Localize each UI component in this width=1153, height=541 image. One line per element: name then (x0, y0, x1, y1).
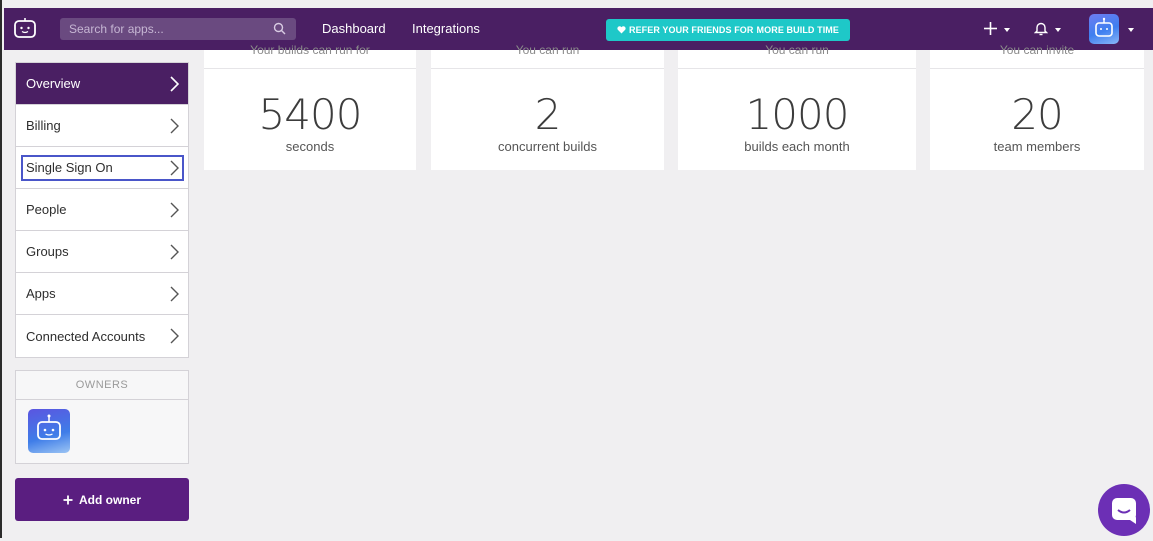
card-label: concurrent builds (498, 139, 597, 154)
focus-outline (21, 155, 184, 181)
add-owner-button[interactable]: Add owner (15, 478, 189, 521)
card-divider (930, 68, 1144, 69)
plus-icon (63, 495, 73, 504)
robot-avatar-icon (1095, 17, 1113, 37)
owners-panel: OWNERS (15, 370, 189, 464)
chevron-right-icon (170, 160, 179, 176)
card-label: team members (993, 139, 1081, 154)
app-frame: Dashboard Integrations REFER YOUR FRIEND… (0, 0, 1153, 538)
add-owner-label: Add owner (79, 492, 141, 507)
card-divider (431, 68, 664, 69)
search-icon[interactable] (273, 22, 286, 35)
card-value: 5400 (258, 90, 363, 139)
owners-heading: OWNERS (16, 371, 188, 400)
chat-icon (1112, 498, 1136, 524)
sidebar-item-apps[interactable]: Apps (16, 273, 188, 315)
card-label: builds each month (744, 139, 850, 154)
stat-card-build-time: Your builds can run for 5400 seconds (204, 44, 416, 170)
bell-caret-icon[interactable] (1055, 28, 1061, 32)
heart-icon (617, 26, 626, 34)
chevron-right-icon (170, 244, 179, 260)
search-box[interactable] (60, 18, 296, 40)
plus-caret-icon[interactable] (1004, 28, 1010, 32)
sidebar-item-label: Groups (26, 244, 69, 259)
sidebar-item-people[interactable]: People (16, 189, 188, 231)
user-avatar[interactable] (1089, 14, 1119, 44)
robot-avatar-icon (37, 414, 61, 440)
sidebar-item-label: Apps (26, 286, 56, 301)
chevron-right-icon (170, 202, 179, 218)
sidebar-item-groups[interactable]: Groups (16, 231, 188, 273)
card-divider (204, 68, 416, 69)
sidebar-item-label: Overview (26, 76, 81, 91)
chevron-right-icon (170, 76, 179, 92)
chat-launcher-button[interactable] (1098, 484, 1150, 536)
stat-card-monthly-builds: You can run 1000 builds each month (678, 44, 916, 170)
refer-bold-text: MORE BUILD TIME (756, 25, 840, 35)
stat-card-concurrent-builds: You can run 2 concurrent builds (431, 44, 664, 170)
card-value: 20 (1011, 90, 1063, 139)
card-value: 2 (534, 90, 562, 139)
settings-sidebar: Overview Billing Single Sign On People G… (15, 62, 189, 358)
sidebar-item-billing[interactable]: Billing (16, 105, 188, 147)
sidebar-item-single-sign-on[interactable]: Single Sign On (16, 147, 188, 189)
sidebar-item-connected-accounts[interactable]: Connected Accounts (16, 315, 188, 357)
chevron-right-icon (170, 286, 179, 302)
sidebar-item-label: People (26, 202, 67, 217)
sidebar-item-label: Connected Accounts (26, 328, 146, 344)
stat-card-team-members: You can invite 20 team members (930, 44, 1144, 170)
chevron-right-icon (170, 328, 179, 344)
card-label: seconds (285, 139, 335, 154)
nav-integrations-link[interactable]: Integrations (412, 21, 480, 36)
card-value: 1000 (745, 90, 850, 139)
card-divider (678, 68, 916, 69)
card-caption: You can run (515, 44, 580, 56)
bitrise-logo-icon[interactable] (14, 18, 36, 38)
card-caption: You can run (765, 44, 829, 56)
sidebar-item-label: Billing (26, 118, 61, 133)
refer-text: REFER YOUR FRIENDS FOR (628, 25, 754, 35)
nav-dashboard-link[interactable]: Dashboard (322, 21, 386, 36)
owner-avatar[interactable] (28, 409, 70, 453)
plus-icon[interactable] (983, 21, 998, 36)
bell-icon[interactable] (1034, 21, 1048, 36)
sidebar-item-overview[interactable]: Overview (16, 63, 188, 105)
search-input[interactable] (69, 22, 259, 36)
card-caption: Your builds can run for (250, 44, 370, 56)
chevron-right-icon (170, 118, 179, 134)
refer-friends-banner[interactable]: REFER YOUR FRIENDS FOR MORE BUILD TIME (606, 19, 850, 41)
avatar-caret-icon[interactable] (1128, 28, 1134, 32)
card-caption: You can invite (999, 44, 1075, 56)
